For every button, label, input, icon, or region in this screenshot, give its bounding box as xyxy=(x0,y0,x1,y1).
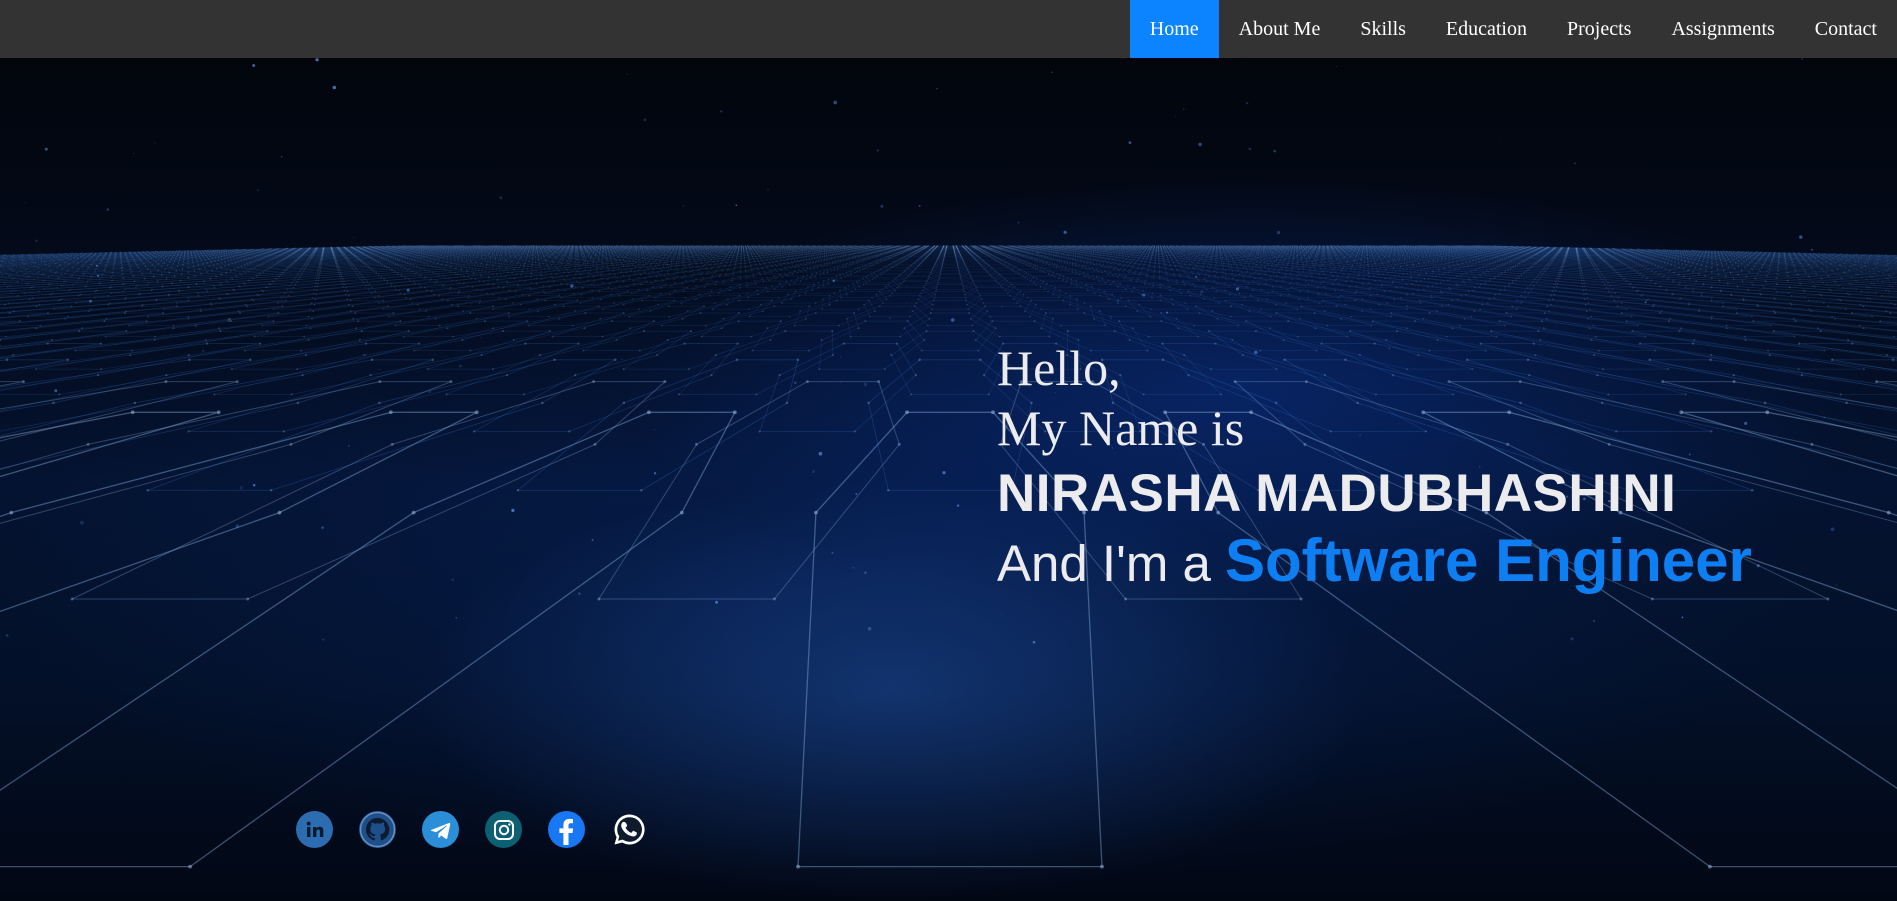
linkedin-link[interactable] xyxy=(296,811,333,848)
nav-item-label: Skills xyxy=(1360,18,1406,41)
name-heading: NIRASHA MADUBHASHINI xyxy=(997,460,1752,528)
whatsapp-icon xyxy=(611,811,648,848)
instagram-link[interactable] xyxy=(485,811,522,848)
nav-item-skills[interactable]: Skills xyxy=(1340,0,1426,58)
greeting-line-2: My Name is xyxy=(997,398,1752,458)
telegram-icon xyxy=(429,818,453,842)
role-prefix: And I'm a xyxy=(997,535,1211,592)
role-line: And I'm a Software Engineer xyxy=(997,526,1752,599)
whatsapp-link[interactable] xyxy=(611,811,648,848)
navbar: Home About Me Skills Education Projects … xyxy=(0,0,1897,58)
page: Home About Me Skills Education Projects … xyxy=(0,0,1897,901)
instagram-icon xyxy=(492,818,516,842)
social-links xyxy=(296,811,648,848)
hero-text: Hello, My Name is NIRASHA MADUBHASHINI A… xyxy=(997,338,1752,599)
nav-item-label: Contact xyxy=(1815,18,1877,41)
nav-item-label: Home xyxy=(1150,18,1199,41)
nav-item-education[interactable]: Education xyxy=(1426,0,1547,58)
facebook-icon xyxy=(555,815,579,845)
facebook-link[interactable] xyxy=(548,811,585,848)
nav-item-label: Projects xyxy=(1567,18,1631,41)
greeting-line-1: Hello, xyxy=(997,338,1752,398)
nav-item-home[interactable]: Home xyxy=(1129,0,1219,58)
linkedin-icon xyxy=(304,819,326,841)
telegram-link[interactable] xyxy=(422,811,459,848)
github-icon xyxy=(359,811,396,848)
nav-item-label: Education xyxy=(1446,18,1527,41)
nav-item-label: About Me xyxy=(1239,18,1321,41)
nav-item-contact[interactable]: Contact xyxy=(1795,0,1897,58)
github-link[interactable] xyxy=(359,811,396,848)
nav-menu: Home About Me Skills Education Projects … xyxy=(1129,0,1897,58)
nav-item-about-me[interactable]: About Me xyxy=(1219,0,1341,58)
nav-item-label: Assignments xyxy=(1671,18,1774,41)
hero-section: Hello, My Name is NIRASHA MADUBHASHINI A… xyxy=(0,58,1897,901)
nav-item-assignments[interactable]: Assignments xyxy=(1651,0,1794,58)
nav-item-projects[interactable]: Projects xyxy=(1547,0,1651,58)
role-title: Software Engineer xyxy=(1225,527,1752,594)
